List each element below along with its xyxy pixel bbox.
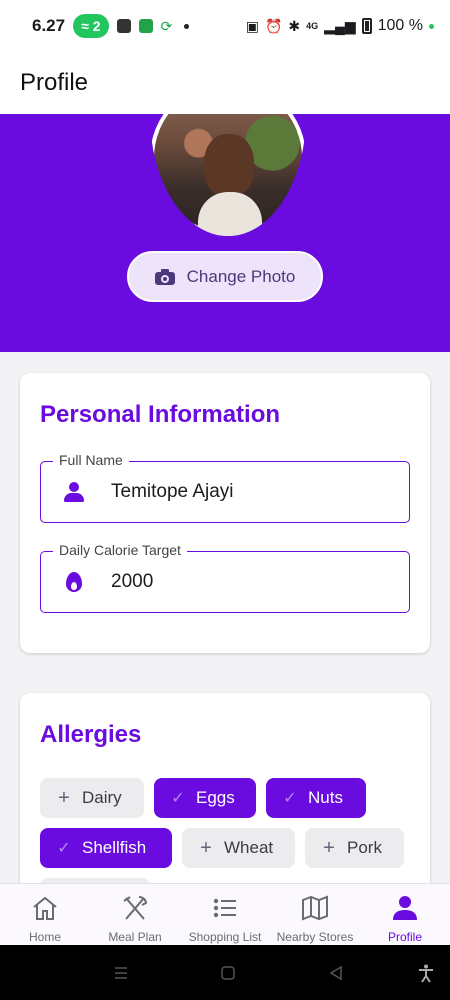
home-icon — [29, 892, 61, 924]
signal-icon: ▂▄▆ — [324, 17, 356, 34]
camera-icon — [154, 268, 175, 285]
bottom-nav: Home Meal Plan Shopping List Nearby Stor… — [0, 883, 450, 945]
personal-info-card: Personal Information Full Name Temitope … — [20, 373, 430, 653]
chip-label: Eggs — [196, 788, 235, 807]
accessibility-icon[interactable] — [416, 963, 436, 983]
full-name-label: Full Name — [53, 452, 129, 468]
nav-item-shopping-list[interactable]: Shopping List — [180, 884, 270, 945]
battery-icon — [361, 18, 372, 34]
calorie-target-label: Daily Calorie Target — [53, 542, 187, 558]
system-nav-bar — [0, 945, 450, 1000]
nav-label-home: Home — [28, 930, 61, 944]
person-icon — [389, 892, 421, 924]
privacy-indicator-dot — [429, 23, 434, 29]
chip-label: Dairy — [82, 788, 122, 807]
check-icon: ✓ — [283, 790, 297, 807]
hotspot-count: 2 — [92, 18, 101, 34]
status-bar: 6.27 ≈ 2 ⟳ ▣ ⏰ ✱ 4G ▂▄▆ 100 % — [0, 0, 450, 52]
recent-apps-icon[interactable] — [111, 963, 131, 983]
nav-item-profile[interactable]: Profile — [360, 884, 450, 945]
person-icon — [63, 481, 85, 503]
page-title: Profile — [20, 69, 89, 96]
allergy-chip-eggs[interactable]: ✓ Eggs — [154, 778, 256, 818]
list-icon — [209, 892, 241, 924]
calorie-target-field[interactable]: Daily Calorie Target 2000 — [40, 542, 410, 613]
nav-item-home[interactable]: Home — [0, 884, 90, 945]
change-photo-label: Change Photo — [186, 266, 296, 286]
nav-label-profile: Profile — [387, 930, 422, 944]
nfc-icon: ▣ — [245, 17, 259, 34]
battery-percent: 100 % — [377, 17, 423, 34]
fire-icon — [63, 571, 85, 593]
check-icon: ✓ — [171, 790, 185, 807]
allergy-chip-pork[interactable]: + Pork — [305, 828, 404, 868]
map-icon — [299, 892, 331, 924]
nav-label-nearby-stores: Nearby Stores — [276, 930, 354, 944]
teams-icon — [116, 19, 131, 33]
alarm-icon: ⏰ — [264, 17, 283, 34]
status-time: 6.27 — [32, 16, 66, 35]
chip-label: Nuts — [308, 788, 343, 807]
sync-icon: ⟳ — [160, 17, 173, 34]
plus-icon: + — [58, 786, 70, 809]
nav-label-shopping-list: Shopping List — [188, 930, 262, 944]
personal-info-title: Personal Information — [40, 401, 281, 428]
full-name-field[interactable]: Full Name Temitope Ajayi — [40, 452, 410, 523]
allergy-chip-wheat[interactable]: + Wheat — [182, 828, 295, 868]
utensils-icon — [119, 892, 151, 924]
more-notifications-dot — [184, 23, 190, 29]
allergy-chip-dairy[interactable]: + Dairy — [40, 778, 144, 818]
plus-icon: + — [323, 836, 335, 859]
nav-label-meal-plan: Meal Plan — [108, 930, 162, 944]
bluetooth-icon: ✱ — [288, 17, 301, 34]
change-photo-button[interactable]: Change Photo — [127, 251, 323, 302]
avatar-collar — [198, 192, 262, 236]
home-system-icon[interactable] — [218, 963, 238, 983]
hotspot-indicator: ≈ 2 — [73, 14, 109, 38]
back-icon[interactable] — [326, 963, 346, 983]
allergy-chip-nuts[interactable]: ✓ Nuts — [266, 778, 366, 818]
avatar-face — [204, 134, 254, 196]
chip-label: Pork — [347, 838, 382, 857]
plus-icon: + — [200, 836, 212, 859]
chip-label: Shellfish — [82, 838, 147, 857]
allergies-title: Allergies — [40, 721, 142, 748]
app-bar: Profile — [0, 52, 450, 114]
full-name-value[interactable]: Temitope Ajayi — [111, 481, 234, 503]
nav-item-meal-plan[interactable]: Meal Plan — [90, 884, 180, 945]
nav-item-nearby-stores[interactable]: Nearby Stores — [270, 884, 360, 945]
calorie-target-value[interactable]: 2000 — [111, 571, 153, 593]
allergy-chip-shellfish[interactable]: ✓ Shellfish — [40, 828, 172, 868]
network-type: 4G — [306, 21, 319, 31]
chip-label: Wheat — [224, 838, 274, 857]
check-icon: ✓ — [57, 840, 71, 857]
wifi-icon: ≈ — [81, 18, 89, 34]
messaging-app-icon — [138, 19, 153, 33]
